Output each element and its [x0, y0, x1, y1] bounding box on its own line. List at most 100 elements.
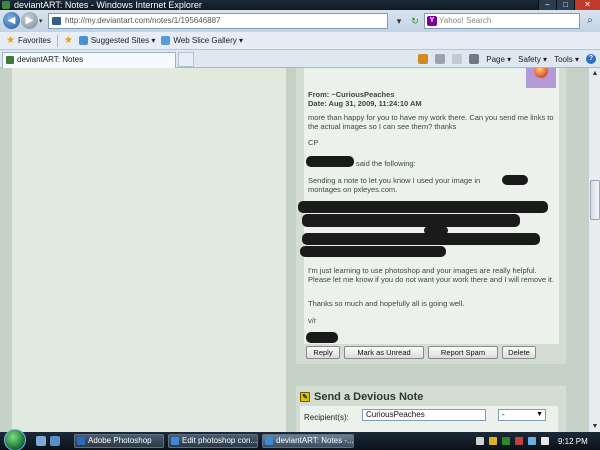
tab-deviantart-notes[interactable]: deviantART: Notes	[2, 52, 176, 68]
taskbar-item-label: deviantART: Notes -...	[276, 436, 354, 445]
taskbar-item-photoshop[interactable]: Adobe Photoshop	[74, 434, 164, 448]
tray-app-icon[interactable]	[489, 437, 497, 445]
note-date-text: Date: Aug 31, 2009, 11:24:10 AM	[308, 99, 422, 108]
suggested-sites-link[interactable]: Suggested Sites ▾	[78, 36, 156, 45]
add-favorite-button[interactable]: ★	[64, 35, 73, 46]
search-placeholder: Yahoo! Search	[439, 16, 492, 25]
taskbar-item-label: Adobe Photoshop	[88, 436, 152, 445]
address-toolbar: ◀ ▶ ▾ http://my.deviantart.com/notes/1/1…	[0, 10, 600, 32]
page-content: From: ~CuriousPeaches Date: Aug 31, 2009…	[0, 68, 588, 432]
taskbar-item-label: Edit photoshop con...	[182, 436, 258, 445]
photoshop-icon	[77, 437, 85, 445]
deviantart-favicon	[6, 56, 14, 64]
compat-view-icon[interactable]: ▾	[392, 13, 406, 29]
web-slice-gallery-label: Web Slice Gallery ▾	[173, 36, 244, 45]
add-favorite-icon: ★	[63, 35, 73, 46]
yahoo-search-icon: Y	[427, 16, 437, 26]
scrollbar-thumb[interactable]	[590, 180, 600, 220]
redacted-links-1	[298, 201, 548, 213]
back-button[interactable]: ◀	[3, 12, 20, 29]
tray-app-icon[interactable]	[502, 437, 510, 445]
search-input[interactable]: Y Yahoo! Search	[424, 13, 580, 29]
suggested-sites-icon	[78, 36, 88, 45]
delete-button[interactable]: Delete	[502, 346, 536, 359]
mark-unread-button[interactable]: Mark as Unread	[344, 346, 424, 359]
vertical-scrollbar[interactable]: ▲ ▼	[588, 68, 600, 432]
suggested-sites-label: Suggested Sites ▾	[90, 36, 156, 45]
note-reply-text: more than happy for you to have my work …	[308, 113, 554, 131]
maximize-button[interactable]: □	[556, 0, 574, 10]
send-note-panel: ✎ Send a Devious Note Recipient(s): Curi…	[296, 386, 566, 432]
volume-icon[interactable]	[541, 437, 549, 445]
note-from-text: From: ~CuriousPeaches	[308, 90, 395, 99]
switch-windows-icon[interactable]	[50, 436, 60, 446]
tray-app-icon[interactable]	[515, 437, 523, 445]
clock[interactable]: 9:12 PM	[558, 437, 588, 446]
send-note-form: Recipient(s): CuriousPeaches - ▼	[300, 406, 558, 432]
search-icon[interactable]: ⌕	[582, 13, 598, 29]
redacted-count	[502, 175, 528, 185]
ie-icon	[171, 437, 179, 445]
window-controls: – □ ✕	[538, 0, 600, 10]
refresh-icon[interactable]: ↻	[408, 13, 422, 29]
reply-button[interactable]: Reply	[306, 346, 340, 359]
note-date: Date: Aug 31, 2009, 11:24:10 AM	[308, 99, 422, 108]
taskbar: Adobe Photoshop Edit photoshop con... de…	[0, 429, 600, 450]
report-spam-button[interactable]: Report Spam	[428, 346, 498, 359]
quoted-intro-2: montages on pxleyes.com.	[308, 185, 398, 194]
redacted-links-4	[302, 233, 540, 245]
forward-button[interactable]: ▶	[21, 12, 38, 29]
sender-avatar[interactable]	[526, 68, 556, 88]
scroll-down-icon[interactable]: ▼	[589, 421, 600, 432]
quoted-closing: v/r	[308, 316, 317, 325]
redacted-username	[306, 156, 354, 167]
print-icon[interactable]	[469, 54, 480, 64]
network-icon[interactable]	[528, 437, 536, 445]
home-icon[interactable]	[418, 54, 429, 64]
window-titlebar: deviantART: Notes - Windows Internet Exp…	[0, 0, 600, 10]
chevron-down-icon: ▼	[536, 411, 543, 418]
left-column	[12, 68, 286, 432]
redacted-links-5	[300, 246, 446, 257]
page-menu[interactable]: Page ▾	[486, 55, 511, 64]
send-note-heading: ✎ Send a Devious Note	[300, 391, 423, 403]
note-from: From: ~CuriousPeaches	[308, 90, 394, 99]
quoted-thanks: Thanks so much and hopefully all is goin…	[308, 299, 465, 308]
address-input[interactable]: http://my.deviantart.com/notes/1/1956468…	[48, 13, 388, 29]
divider	[56, 34, 58, 47]
show-desktop-icon[interactable]	[36, 436, 46, 446]
system-tray: 9:12 PM	[470, 432, 600, 450]
close-window-button[interactable]: ✕	[574, 0, 600, 10]
taskbar-item-edit-photoshop[interactable]: Edit photoshop con...	[168, 434, 258, 448]
safety-menu[interactable]: Safety ▾	[518, 55, 547, 64]
tray-arrow-icon[interactable]	[476, 437, 484, 445]
read-mail-icon[interactable]	[452, 54, 463, 64]
recipient-select-value: -	[502, 410, 505, 419]
start-button[interactable]	[4, 429, 26, 450]
send-note-title: Send a Devious Note	[314, 391, 424, 403]
favorites-button[interactable]: ★ Favorites	[6, 35, 51, 46]
window-title: deviantART: Notes - Windows Internet Exp…	[14, 0, 202, 10]
tab-title: deviantART: Notes	[17, 55, 84, 64]
quoted-said: said the following:	[356, 159, 416, 168]
note-pencil-icon: ✎	[300, 392, 310, 402]
note-actions: Reply Mark as Unread Report Spam Delete	[304, 346, 559, 360]
address-url: http://my.deviantart.com/notes/1/1956468…	[65, 16, 221, 25]
tools-menu[interactable]: Tools ▾	[554, 55, 579, 64]
minimize-button[interactable]: –	[538, 0, 556, 10]
new-tab-button[interactable]	[178, 52, 194, 67]
help-icon[interactable]: ?	[586, 54, 596, 64]
scroll-up-icon[interactable]: ▲	[589, 68, 600, 79]
favorites-bar: ★ Favorites ★ Suggested Sites ▾ Web Slic…	[0, 32, 600, 50]
recipient-select[interactable]: - ▼	[498, 409, 546, 421]
taskbar-item-deviantart[interactable]: deviantART: Notes -...	[262, 434, 354, 448]
note-body: From: ~CuriousPeaches Date: Aug 31, 2009…	[298, 68, 559, 344]
recent-pages-dropdown[interactable]: ▾	[39, 17, 43, 25]
favorites-label: Favorites	[17, 36, 51, 45]
ie-app-icon	[2, 1, 10, 9]
redacted-links-2	[302, 214, 520, 227]
feeds-icon[interactable]	[435, 54, 446, 64]
command-bar: Page ▾ Safety ▾ Tools ▾ ?	[418, 52, 596, 66]
recipient-input[interactable]: CuriousPeaches	[362, 409, 486, 421]
web-slice-gallery-link[interactable]: Web Slice Gallery ▾	[161, 36, 243, 45]
